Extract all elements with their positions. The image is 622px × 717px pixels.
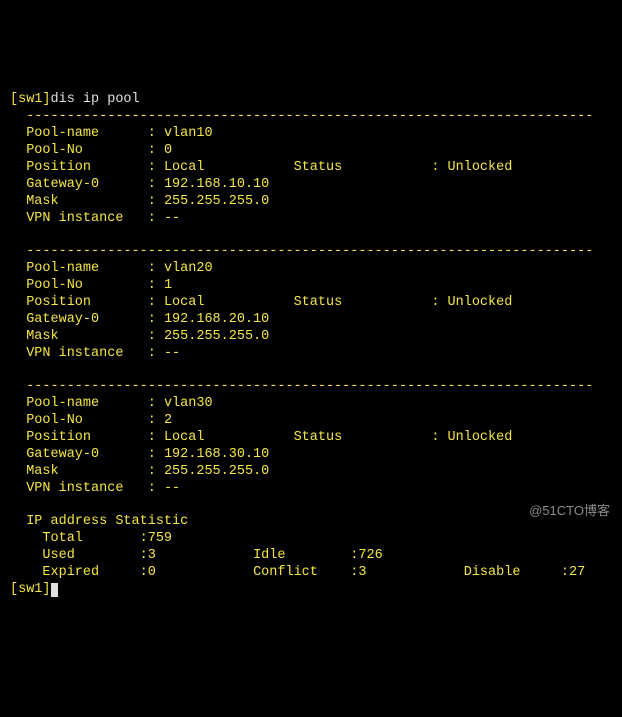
label-pool-no: Pool-No : <box>10 143 156 158</box>
label-pool-no: Pool-No : <box>10 413 156 428</box>
divider: ----------------------------------------… <box>10 379 593 394</box>
position-value: Local <box>164 430 205 445</box>
gateway-value: 192.168.10.10 <box>164 177 269 192</box>
pool-no-value: 0 <box>164 143 172 158</box>
idle-value: 726 <box>358 548 382 563</box>
gateway-value: 192.168.20.10 <box>164 312 269 327</box>
label-idle: Idle : <box>253 548 358 563</box>
label-gateway: Gateway-0 : <box>10 447 156 462</box>
mask-value: 255.255.255.0 <box>164 329 269 344</box>
pool-name-value: vlan10 <box>164 126 213 141</box>
mask-value: 255.255.255.0 <box>164 194 269 209</box>
mask-value: 255.255.255.0 <box>164 464 269 479</box>
label-disable: Disable : <box>464 565 569 580</box>
pool-no-value: 1 <box>164 278 172 293</box>
expired-value: 0 <box>148 565 156 580</box>
label-position: Position : <box>10 430 156 445</box>
label-total: Total : <box>10 531 148 546</box>
label-position: Position : <box>10 295 156 310</box>
label-pool-name: Pool-name : <box>10 396 156 411</box>
label-status: Status <box>294 295 343 310</box>
stats-title: IP address Statistic <box>10 514 188 529</box>
label-vpn: VPN instance : <box>10 211 156 226</box>
status-value: : Unlocked <box>431 160 512 175</box>
pool-name-value: vlan20 <box>164 261 213 276</box>
cursor-icon[interactable] <box>51 583 58 597</box>
label-expired: Expired : <box>10 565 148 580</box>
label-mask: Mask : <box>10 464 156 479</box>
label-position: Position : <box>10 160 156 175</box>
vpn-value: -- <box>164 346 180 361</box>
status-value: : Unlocked <box>431 295 512 310</box>
label-vpn: VPN instance : <box>10 346 156 361</box>
disable-value: 27 <box>569 565 585 580</box>
command-text: dis ip pool <box>51 92 140 107</box>
used-value: 3 <box>148 548 156 563</box>
divider: ----------------------------------------… <box>10 244 593 259</box>
label-used: Used : <box>10 548 148 563</box>
label-gateway: Gateway-0 : <box>10 312 156 327</box>
label-status: Status <box>294 430 343 445</box>
label-status: Status <box>294 160 343 175</box>
label-conflict: Conflict : <box>253 565 358 580</box>
prompt-host: [sw1] <box>10 92 51 107</box>
vpn-value: -- <box>164 211 180 226</box>
total-value: 759 <box>148 531 172 546</box>
pool-name-value: vlan30 <box>164 396 213 411</box>
pool-no-value: 2 <box>164 413 172 428</box>
label-vpn: VPN instance : <box>10 481 156 496</box>
divider: ----------------------------------------… <box>10 109 593 124</box>
prompt-host-end: [sw1] <box>10 582 51 597</box>
conflict-value: 3 <box>358 565 366 580</box>
label-gateway: Gateway-0 : <box>10 177 156 192</box>
label-pool-name: Pool-name : <box>10 261 156 276</box>
terminal-output: [sw1]dis ip pool -----------------------… <box>10 76 612 599</box>
label-pool-no: Pool-No : <box>10 278 156 293</box>
label-mask: Mask : <box>10 194 156 209</box>
gateway-value: 192.168.30.10 <box>164 447 269 462</box>
label-pool-name: Pool-name : <box>10 126 156 141</box>
vpn-value: -- <box>164 481 180 496</box>
label-mask: Mask : <box>10 329 156 344</box>
position-value: Local <box>164 295 205 310</box>
position-value: Local <box>164 160 205 175</box>
status-value: : Unlocked <box>431 430 512 445</box>
watermark-text: @51CTO博客 <box>529 503 610 519</box>
